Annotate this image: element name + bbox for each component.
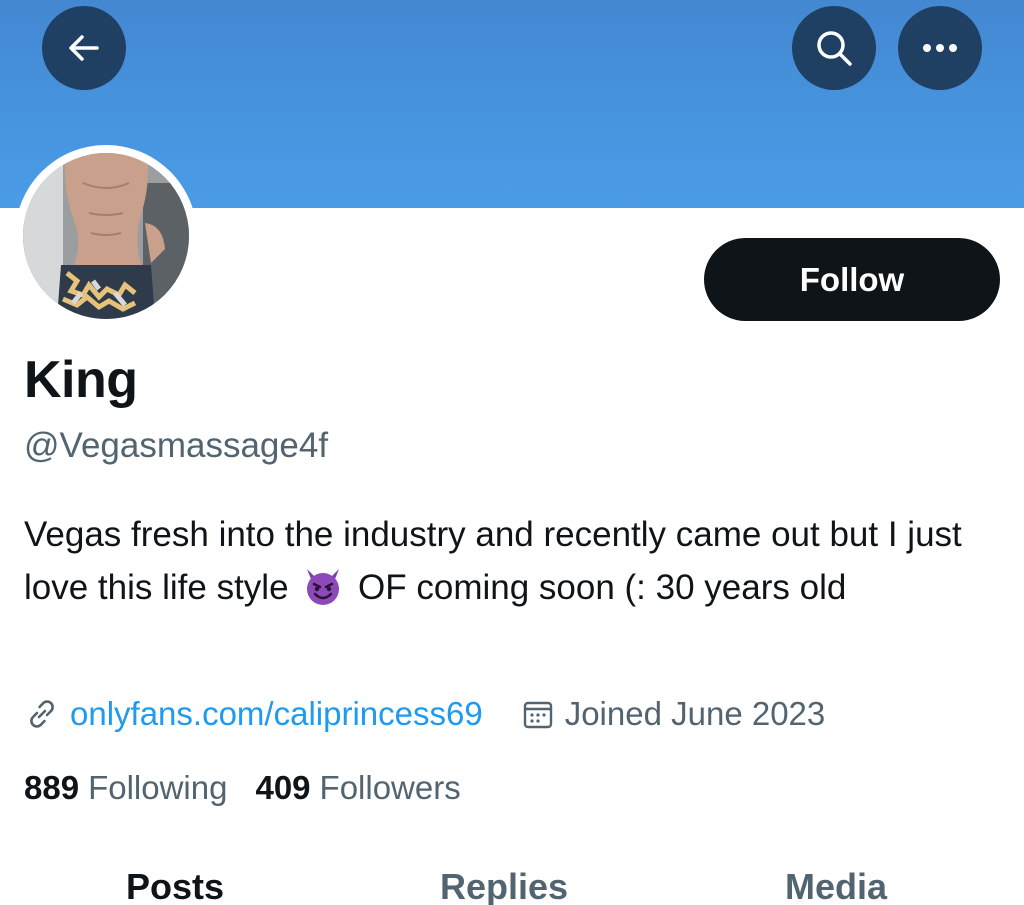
user-handle: @Vegasmassage4f <box>24 426 329 465</box>
link-icon <box>30 700 54 728</box>
following-count: 889 <box>24 769 80 806</box>
profile-tabs: Posts Replies Media <box>0 858 1024 905</box>
back-arrow-icon <box>69 35 99 61</box>
profile-bio: Vegas fresh into the industry and recent… <box>24 508 1009 622</box>
bio-text-part2: OF coming soon (: 30 years old <box>358 568 847 607</box>
avatar-image <box>23 153 189 319</box>
website-link-text[interactable]: onlyfans.com/caliprincess69 <box>70 695 483 733</box>
followers-label: Followers <box>319 769 461 806</box>
more-options-button[interactable] <box>898 6 982 90</box>
tab-replies[interactable]: Replies <box>440 866 568 905</box>
join-date-text: Joined June 2023 <box>564 695 826 732</box>
following-link[interactable]: 889 Following <box>24 769 227 807</box>
following-label: Following <box>88 769 228 806</box>
follow-stats: 889 Following 409 Followers <box>24 766 461 810</box>
search-button[interactable] <box>792 6 876 90</box>
back-button[interactable] <box>42 6 126 90</box>
avatar[interactable] <box>15 145 197 327</box>
search-icon <box>817 31 852 66</box>
tab-posts[interactable]: Posts <box>126 866 224 905</box>
calendar-icon <box>523 701 552 729</box>
more-dots-icon <box>923 44 957 52</box>
display-name: King <box>24 351 138 409</box>
tab-media[interactable]: Media <box>785 866 887 905</box>
join-date: Joined June 2023 <box>521 695 826 733</box>
website-link[interactable]: onlyfans.com/caliprincess69 <box>24 695 483 733</box>
profile-meta: onlyfans.com/caliprincess69 Joined June … <box>24 692 825 736</box>
smiling-devil-emoji-icon <box>302 565 344 622</box>
follow-button[interactable]: Follow <box>704 238 1000 321</box>
followers-count: 409 <box>255 769 311 806</box>
followers-link[interactable]: 409 Followers <box>255 769 460 807</box>
